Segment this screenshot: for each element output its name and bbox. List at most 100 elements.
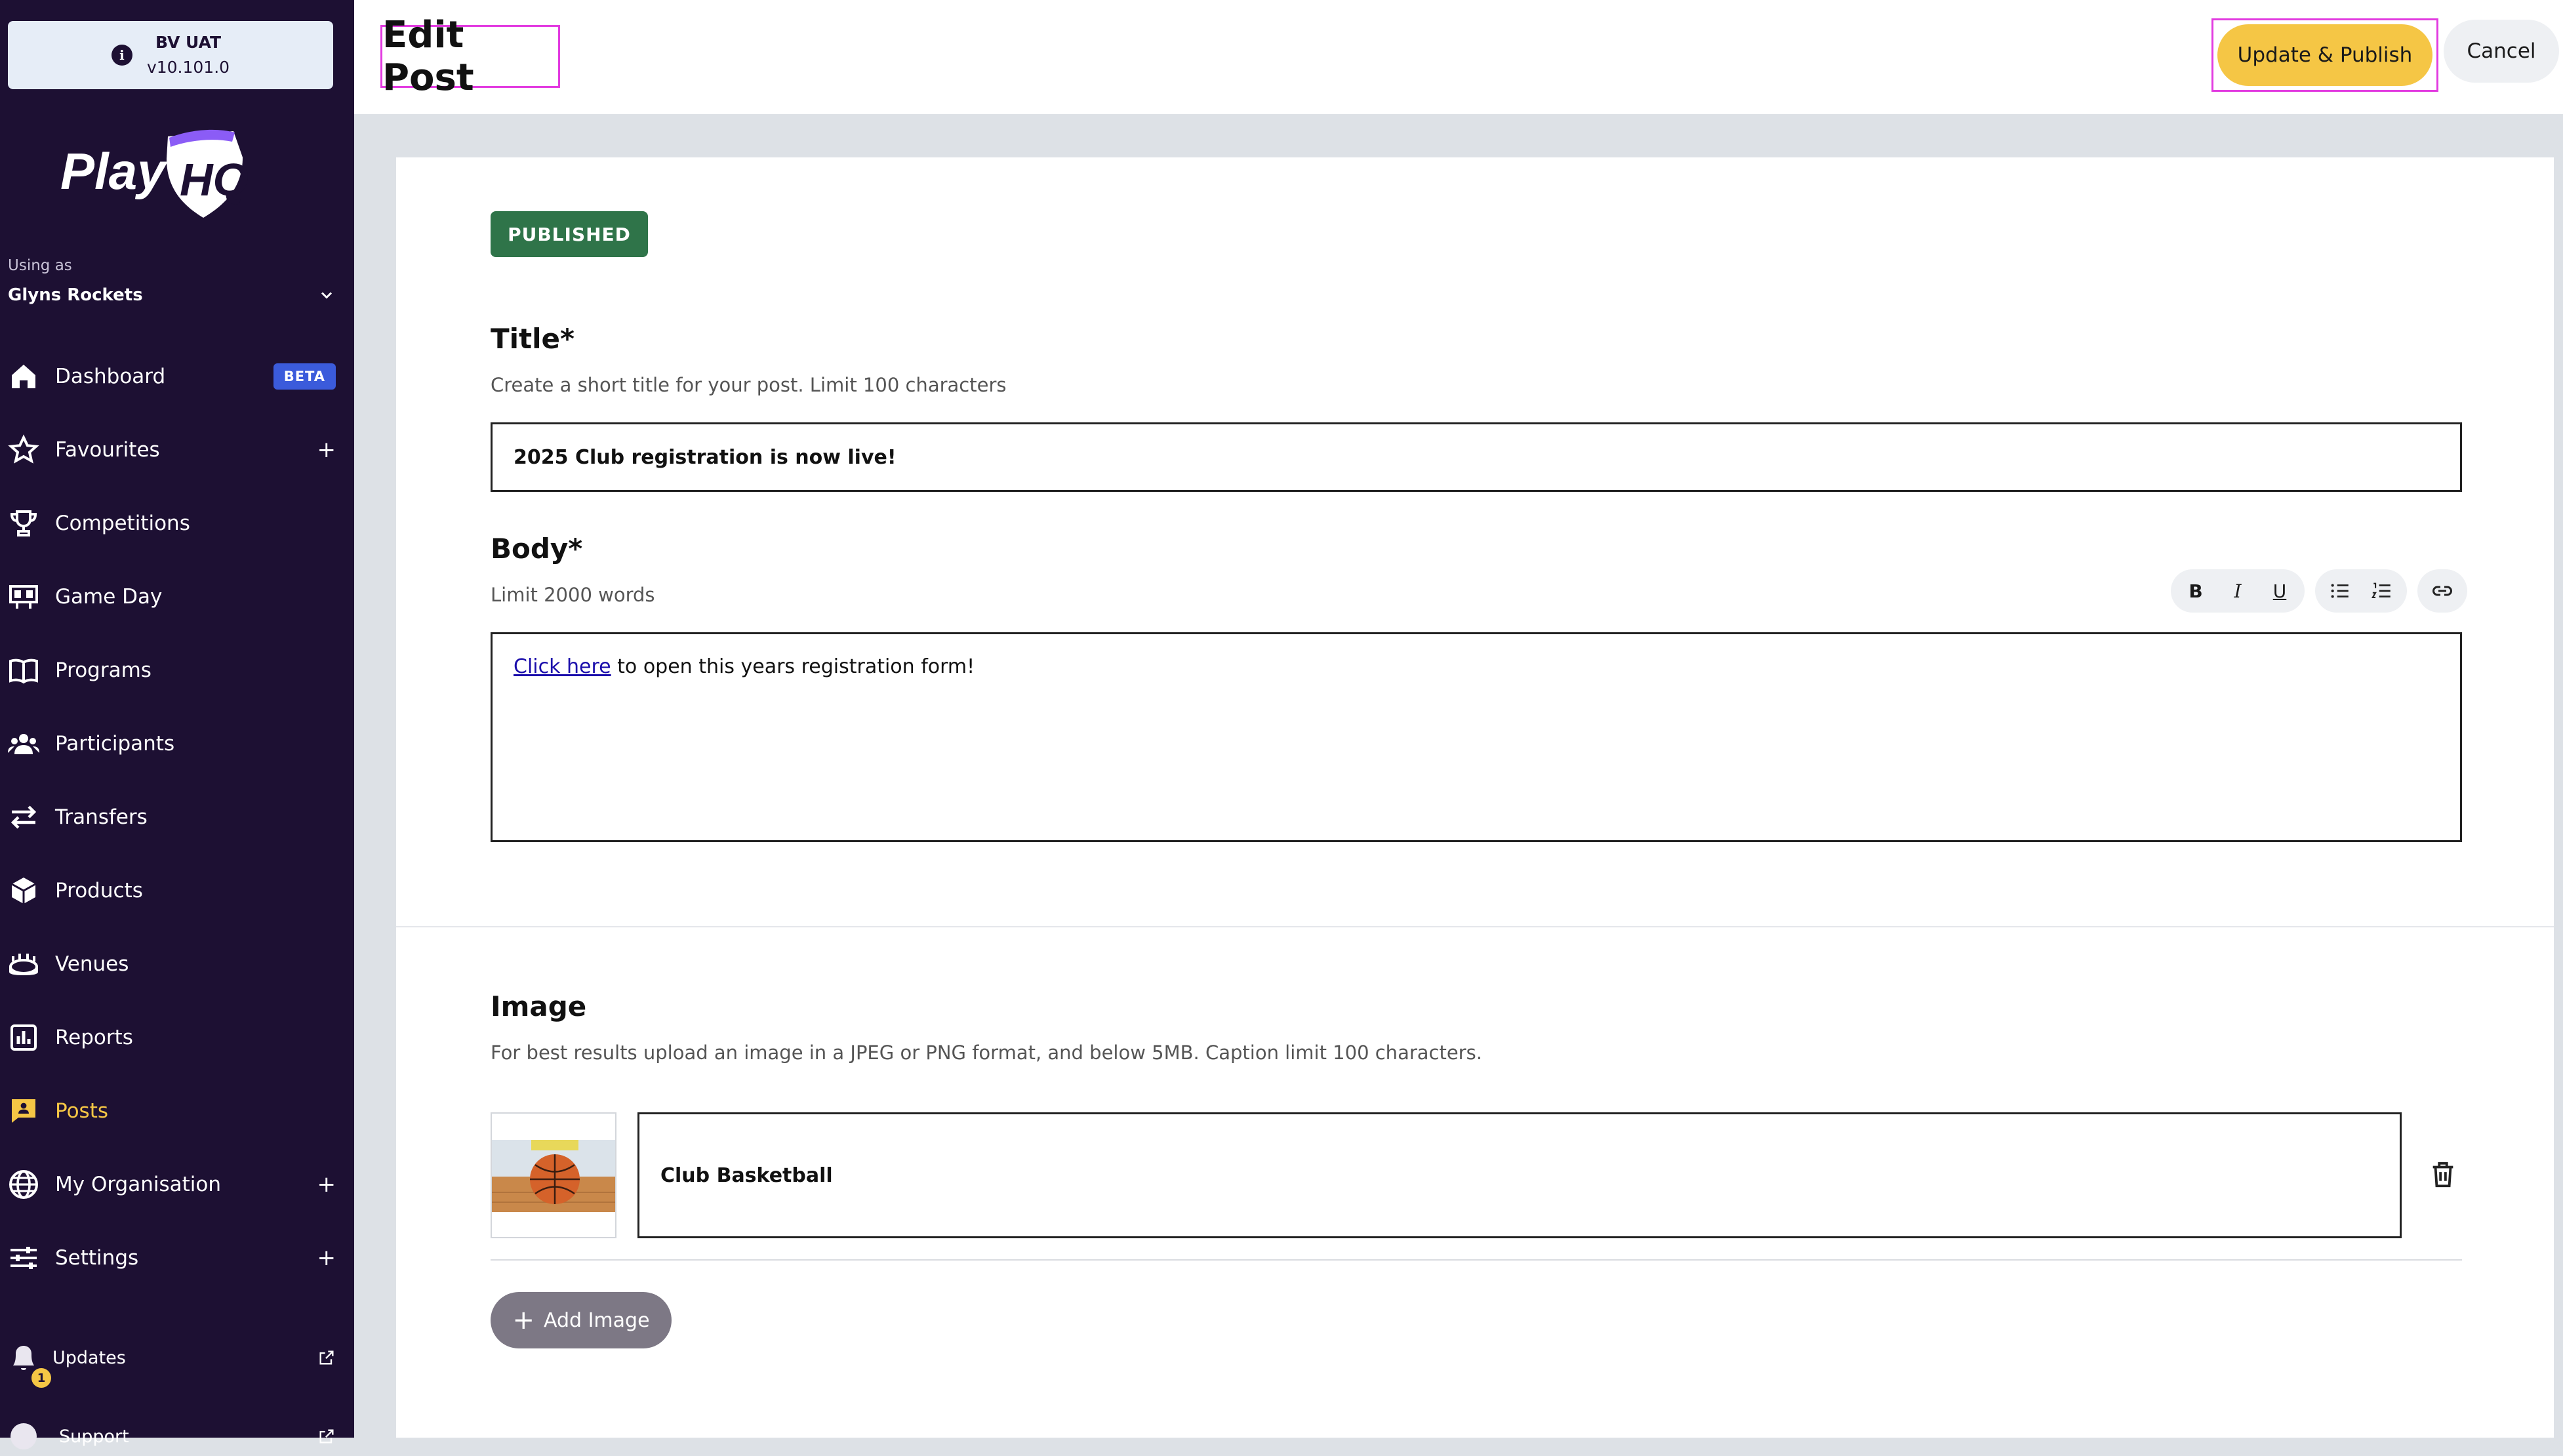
- numbered-list-icon: [2371, 582, 2391, 598]
- updates-count-badge: 1: [31, 1368, 51, 1388]
- sidebar-item-products[interactable]: Products: [0, 854, 354, 927]
- image-thumbnail[interactable]: [491, 1112, 616, 1238]
- svg-text:HQ: HQ: [180, 154, 249, 205]
- sidebar-item-label: Transfers: [55, 805, 148, 829]
- sidebar-item-label: Dashboard: [55, 365, 166, 388]
- title-label: Title*: [491, 323, 575, 355]
- trophy-icon: [10, 510, 37, 536]
- sidebar-item-label: Settings: [55, 1246, 139, 1270]
- image-help-text: For best results upload an image in a JP…: [491, 1041, 1482, 1064]
- chevron-down-icon: [321, 292, 333, 299]
- external-link-icon: [319, 1429, 334, 1444]
- title-input[interactable]: [491, 422, 2462, 492]
- link-group: [2417, 569, 2467, 613]
- image-caption-input[interactable]: [637, 1112, 2402, 1238]
- sidebar-item-posts[interactable]: Posts: [0, 1074, 354, 1148]
- sidebar-item-participants[interactable]: Participants: [0, 707, 354, 780]
- beta-badge: BETA: [273, 363, 336, 390]
- sidebar-item-dashboard[interactable]: Dashboard BETA: [0, 340, 354, 413]
- support-link[interactable]: Support: [8, 1417, 336, 1456]
- body-text: to open this years registration form!: [611, 655, 975, 678]
- updates-link[interactable]: 1 Updates: [8, 1331, 336, 1388]
- title-help-text: Create a short title for your post. Limi…: [491, 374, 1007, 396]
- body-link[interactable]: Click here: [514, 655, 611, 678]
- basketball-photo: [492, 1114, 615, 1237]
- page-header: Edit Post Update & Publish Cancel: [354, 0, 2563, 114]
- environment-name: BV UAT: [155, 33, 222, 52]
- people-icon: [8, 734, 39, 754]
- update-publish-button[interactable]: Update & Publish: [2217, 24, 2432, 86]
- sidebar-item-my-organisation[interactable]: My Organisation +: [0, 1148, 354, 1221]
- stadium-icon: [9, 954, 38, 975]
- bullet-list-button[interactable]: [2319, 570, 2361, 612]
- link-icon: [2432, 586, 2453, 596]
- sidebar-nav: Dashboard BETA Favourites + Competitions…: [0, 340, 354, 1295]
- list-format-group: [2315, 569, 2407, 613]
- section-divider: [396, 926, 2554, 927]
- star-icon: [8, 434, 39, 464]
- status-badge: PUBLISHED: [491, 211, 648, 257]
- home-icon: [12, 365, 35, 388]
- sidebar-item-label: Competitions: [55, 512, 190, 535]
- sidebar: i BV UAT v10.101.0 Play HQ Using as Glyn…: [0, 0, 354, 1449]
- sidebar-item-label: Posts: [55, 1099, 109, 1123]
- underline-button[interactable]: U: [2259, 570, 2301, 612]
- sidebar-item-label: Reports: [55, 1026, 133, 1049]
- sidebar-item-reports[interactable]: Reports: [0, 1001, 354, 1074]
- sidebar-item-settings[interactable]: Settings +: [0, 1221, 354, 1295]
- text-format-group: B I U: [2171, 569, 2305, 613]
- italic-button[interactable]: I: [2217, 570, 2259, 612]
- sidebar-item-label: Programs: [55, 658, 151, 682]
- bullet-list-icon: [2331, 584, 2349, 598]
- rich-text-toolbar: B I U: [2171, 569, 2467, 613]
- trash-icon[interactable]: [2428, 1160, 2458, 1190]
- add-image-label: Add Image: [543, 1308, 650, 1332]
- sidebar-item-label: Participants: [55, 732, 175, 756]
- info-icon: i: [111, 45, 132, 66]
- cancel-button[interactable]: Cancel: [2444, 20, 2559, 83]
- body-label: Body*: [491, 533, 583, 565]
- playhq-logo[interactable]: Play HQ: [58, 125, 254, 223]
- sliders-icon: [10, 1247, 37, 1269]
- sidebar-item-transfers[interactable]: Transfers: [0, 780, 354, 854]
- body-help-text: Limit 2000 words: [491, 584, 655, 606]
- updates-label: Updates: [52, 1347, 126, 1368]
- book-icon: [9, 658, 38, 684]
- expand-plus-icon[interactable]: +: [317, 1245, 336, 1271]
- transfer-icon: [10, 805, 37, 829]
- environment-version: v10.101.0: [146, 58, 230, 77]
- body-editor[interactable]: Click here to open this years registrati…: [491, 632, 2462, 842]
- svg-text:Play: Play: [60, 142, 168, 200]
- sidebar-item-venues[interactable]: Venues: [0, 927, 354, 1001]
- numbered-list-button[interactable]: [2361, 570, 2403, 612]
- scoreboard-icon: [9, 585, 38, 609]
- sidebar-item-label: Game Day: [55, 585, 163, 609]
- sidebar-item-game-day[interactable]: Game Day: [0, 560, 354, 634]
- add-image-button[interactable]: + Add Image: [491, 1292, 672, 1348]
- sidebar-item-programs[interactable]: Programs: [0, 634, 354, 707]
- external-link-icon: [319, 1350, 334, 1365]
- environment-banner: i BV UAT v10.101.0: [8, 21, 333, 89]
- sidebar-item-favourites[interactable]: Favourites +: [0, 413, 354, 487]
- sidebar-item-label: Venues: [55, 952, 129, 976]
- sidebar-item-competitions[interactable]: Competitions: [0, 487, 354, 560]
- box-icon: [11, 878, 36, 904]
- bold-button[interactable]: B: [2175, 570, 2217, 612]
- image-item: [491, 1112, 2462, 1241]
- help-icon: [10, 1423, 37, 1449]
- image-divider: [491, 1259, 2462, 1261]
- expand-plus-icon[interactable]: +: [317, 1171, 336, 1198]
- support-label: Support: [59, 1426, 129, 1447]
- using-as-label: Using as: [8, 257, 72, 274]
- insert-link-button[interactable]: [2421, 570, 2463, 612]
- globe-icon: [9, 1170, 38, 1199]
- posts-icon: [12, 1099, 35, 1123]
- sidebar-item-label: Products: [55, 879, 143, 902]
- organisation-selector[interactable]: Glyns Rockets: [8, 282, 336, 308]
- update-publish-highlight: Update & Publish: [2211, 18, 2438, 92]
- expand-plus-icon[interactable]: +: [317, 437, 336, 463]
- organisation-name: Glyns Rockets: [8, 285, 143, 305]
- sidebar-item-label: Favourites: [55, 438, 160, 462]
- edit-post-form: PUBLISHED Title* Create a short title fo…: [396, 157, 2554, 1438]
- plus-icon: +: [512, 1305, 535, 1335]
